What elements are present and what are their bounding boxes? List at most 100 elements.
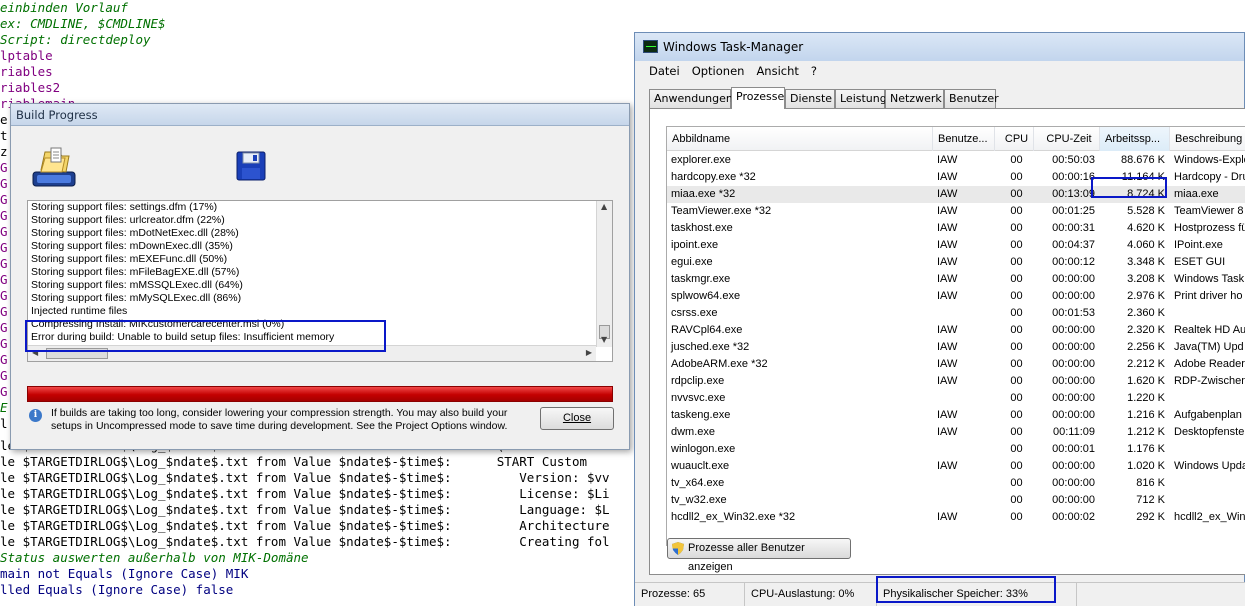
table-row[interactable]: hcdll2_ex_Win32.exe *32 IAW 00 00:00:02 292 …: [667, 509, 1245, 526]
table-row[interactable]: explorer.exe IAW 00 00:50:03 88.676 K Windows…: [667, 152, 1245, 169]
table-cell: 00:00:00: [1052, 409, 1095, 421]
table-cell: 00:00:00: [1052, 375, 1095, 387]
table-cell: 00: [1010, 273, 1023, 285]
table-cell: IPoint.exe: [1174, 239, 1223, 251]
editor-gutter-char: G: [0, 272, 8, 287]
tab-netzwerk[interactable]: Netzwerk: [885, 89, 944, 108]
error-highlight-box: [25, 320, 386, 352]
table-row[interactable]: egui.exe IAW 00 00:00:12 3.348 K ESET GUI: [667, 254, 1245, 271]
editor-gutter-char: G: [0, 208, 8, 223]
table-cell: IAW: [937, 222, 958, 234]
table-cell: 00: [1010, 154, 1023, 166]
table-row[interactable]: jusched.exe *32 IAW 00 00:00:00 2.256 K Java(…: [667, 339, 1245, 356]
column-header[interactable]: Arbeitssp...: [1100, 127, 1170, 151]
editor-line: einbinden Vorlauf: [0, 0, 128, 15]
status-processes: Prozesse: 65: [635, 583, 745, 606]
table-cell: RAVCpl64.exe: [671, 324, 743, 336]
column-header[interactable]: Beschreibung: [1170, 127, 1245, 151]
log-vertical-scrollbar[interactable]: ▲ ▼: [596, 201, 612, 347]
table-cell: ESET GUI: [1174, 256, 1226, 268]
tab-leistung[interactable]: Leistung: [835, 89, 887, 108]
menu-item[interactable]: Optionen: [692, 64, 745, 78]
build-progress-dialog: Build Progress Storing support files: se…: [10, 103, 630, 450]
column-header[interactable]: CPU: [995, 127, 1034, 151]
table-row[interactable]: splwow64.exe IAW 00 00:00:00 2.976 K Print dr…: [667, 288, 1245, 305]
tab-anwendungen[interactable]: Anwendungen: [649, 89, 733, 108]
column-header[interactable]: Abbildname: [667, 127, 933, 151]
table-cell: Java(TM) Upd: [1174, 341, 1244, 353]
table-cell: AdobeARM.exe *32: [671, 358, 768, 370]
table-row[interactable]: ipoint.exe IAW 00 00:04:37 4.060 K IPoint.exe: [667, 237, 1245, 254]
table-cell: 00:00:00: [1052, 358, 1095, 370]
table-cell: 00:11:09: [1052, 426, 1095, 438]
table-cell: IAW: [937, 171, 958, 183]
table-cell: 00: [1010, 324, 1023, 336]
table-cell: TeamViewer 8: [1174, 205, 1244, 217]
table-cell: tv_x64.exe: [671, 477, 725, 489]
log-line: Storing support files: mMySQLExec.dll (8…: [31, 292, 242, 304]
table-cell: 00:01:25: [1052, 205, 1095, 217]
table-cell: [1170, 441, 1245, 458]
editor-gutter-char: G: [0, 352, 8, 367]
log-line: Storing support files: mFileBagEXE.dll (…: [31, 266, 240, 278]
table-cell: 00: [1010, 375, 1023, 387]
editor-gutter-char: t: [0, 128, 8, 143]
tab-prozesse[interactable]: Prozesse: [731, 87, 785, 109]
editor-gutter-char: e: [0, 112, 8, 127]
table-header: Abbildname Benutze... CPU CPU-Zeit Arbeitssp…: [667, 127, 1245, 151]
table-row[interactable]: RAVCpl64.exe IAW 00 00:00:00 2.320 K Realtek …: [667, 322, 1245, 339]
table-row[interactable]: rdpclip.exe IAW 00 00:00:00 1.620 K RDP-Zwisc…: [667, 373, 1245, 390]
editor-line: main not Equals (Ignore Case) MIK: [0, 566, 249, 581]
table-cell: 00:00:31: [1052, 222, 1095, 234]
table-cell: 00: [1010, 171, 1023, 183]
table-row[interactable]: tv_x64.exe 00 00:00:00 816 K: [667, 475, 1245, 492]
table-cell: [933, 475, 995, 492]
table-row[interactable]: taskhost.exe IAW 00 00:00:31 4.620 K Hostproz…: [667, 220, 1245, 237]
tab-dienste[interactable]: Dienste: [785, 89, 835, 108]
table-cell: 1.020 K: [1127, 460, 1165, 472]
table-cell: 4.620 K: [1127, 222, 1165, 234]
editor-line: Script: directdeploy: [0, 32, 151, 47]
memory-value-highlight-box: [1091, 177, 1167, 198]
task-manager-icon: [643, 40, 658, 53]
editor-line: le $TARGETDIRLOG$\Log_$ndate$.txt from V…: [0, 454, 587, 469]
table-row[interactable]: taskmgr.exe IAW 00 00:00:00 3.208 K Windows T…: [667, 271, 1245, 288]
table-row[interactable]: winlogon.exe 00 00:00:01 1.176 K: [667, 441, 1245, 458]
tab-benutzer[interactable]: Benutzer: [944, 89, 999, 108]
table-cell: 00: [1010, 358, 1023, 370]
table-cell: [1170, 475, 1245, 492]
table-cell: IAW: [937, 256, 958, 268]
table-row[interactable]: taskeng.exe IAW 00 00:00:00 1.216 K Aufgabenp…: [667, 407, 1245, 424]
column-header[interactable]: Benutze...: [933, 127, 995, 151]
menu-item[interactable]: Datei: [649, 64, 680, 78]
table-row[interactable]: csrss.exe 00 00:01:53 2.360 K: [667, 305, 1245, 322]
table-row[interactable]: dwm.exe IAW 00 00:11:09 1.212 K Desktopfenste: [667, 424, 1245, 441]
table-row[interactable]: wuauclt.exe IAW 00 00:00:00 1.020 K Windows U…: [667, 458, 1245, 475]
scroll-up-icon[interactable]: ▲: [601, 202, 607, 211]
dialog-title: Build Progress: [11, 104, 629, 126]
table-cell: 00:00:00: [1052, 477, 1095, 489]
column-header[interactable]: CPU-Zeit: [1034, 127, 1100, 151]
editor-line: lled Equals (Ignore Case) false: [0, 582, 234, 597]
table-row[interactable]: tv_w32.exe 00 00:00:00 712 K: [667, 492, 1245, 509]
scroll-down-icon[interactable]: ▼: [601, 335, 607, 344]
table-cell: jusched.exe *32: [671, 341, 750, 353]
close-button[interactable]: Close: [540, 407, 614, 430]
table-cell: Hostprozess fü: [1174, 222, 1245, 234]
table-row[interactable]: AdobeARM.exe *32 IAW 00 00:00:00 2.212 K Adob…: [667, 356, 1245, 373]
editor-gutter-char: G: [0, 192, 8, 207]
status-cpu: CPU-Auslastung: 0%: [745, 583, 877, 606]
editor-line: ex: CMDLINE, $CMDLINE$: [0, 16, 166, 31]
editor-line: le $TARGETDIRLOG$\Log_$ndate$.txt from V…: [0, 502, 610, 517]
table-cell: 00: [1010, 409, 1023, 421]
table-cell: 00: [1010, 494, 1023, 506]
table-row[interactable]: nvvsvc.exe 00 00:00:00 1.220 K: [667, 390, 1245, 407]
show-all-processes-button[interactable]: Prozesse aller Benutzer anzeigen: [667, 538, 851, 573]
menu-item[interactable]: Ansicht: [756, 64, 798, 78]
editor-line: riables: [0, 64, 53, 79]
table-row[interactable]: TeamViewer.exe *32 IAW 00 00:01:25 5.528 K Te…: [667, 203, 1245, 220]
menu-item[interactable]: ?: [811, 64, 817, 78]
scroll-right-icon[interactable]: ▶: [586, 348, 592, 357]
table-cell: 88.676 K: [1120, 154, 1165, 166]
editor-gutter-char: G: [0, 384, 8, 399]
